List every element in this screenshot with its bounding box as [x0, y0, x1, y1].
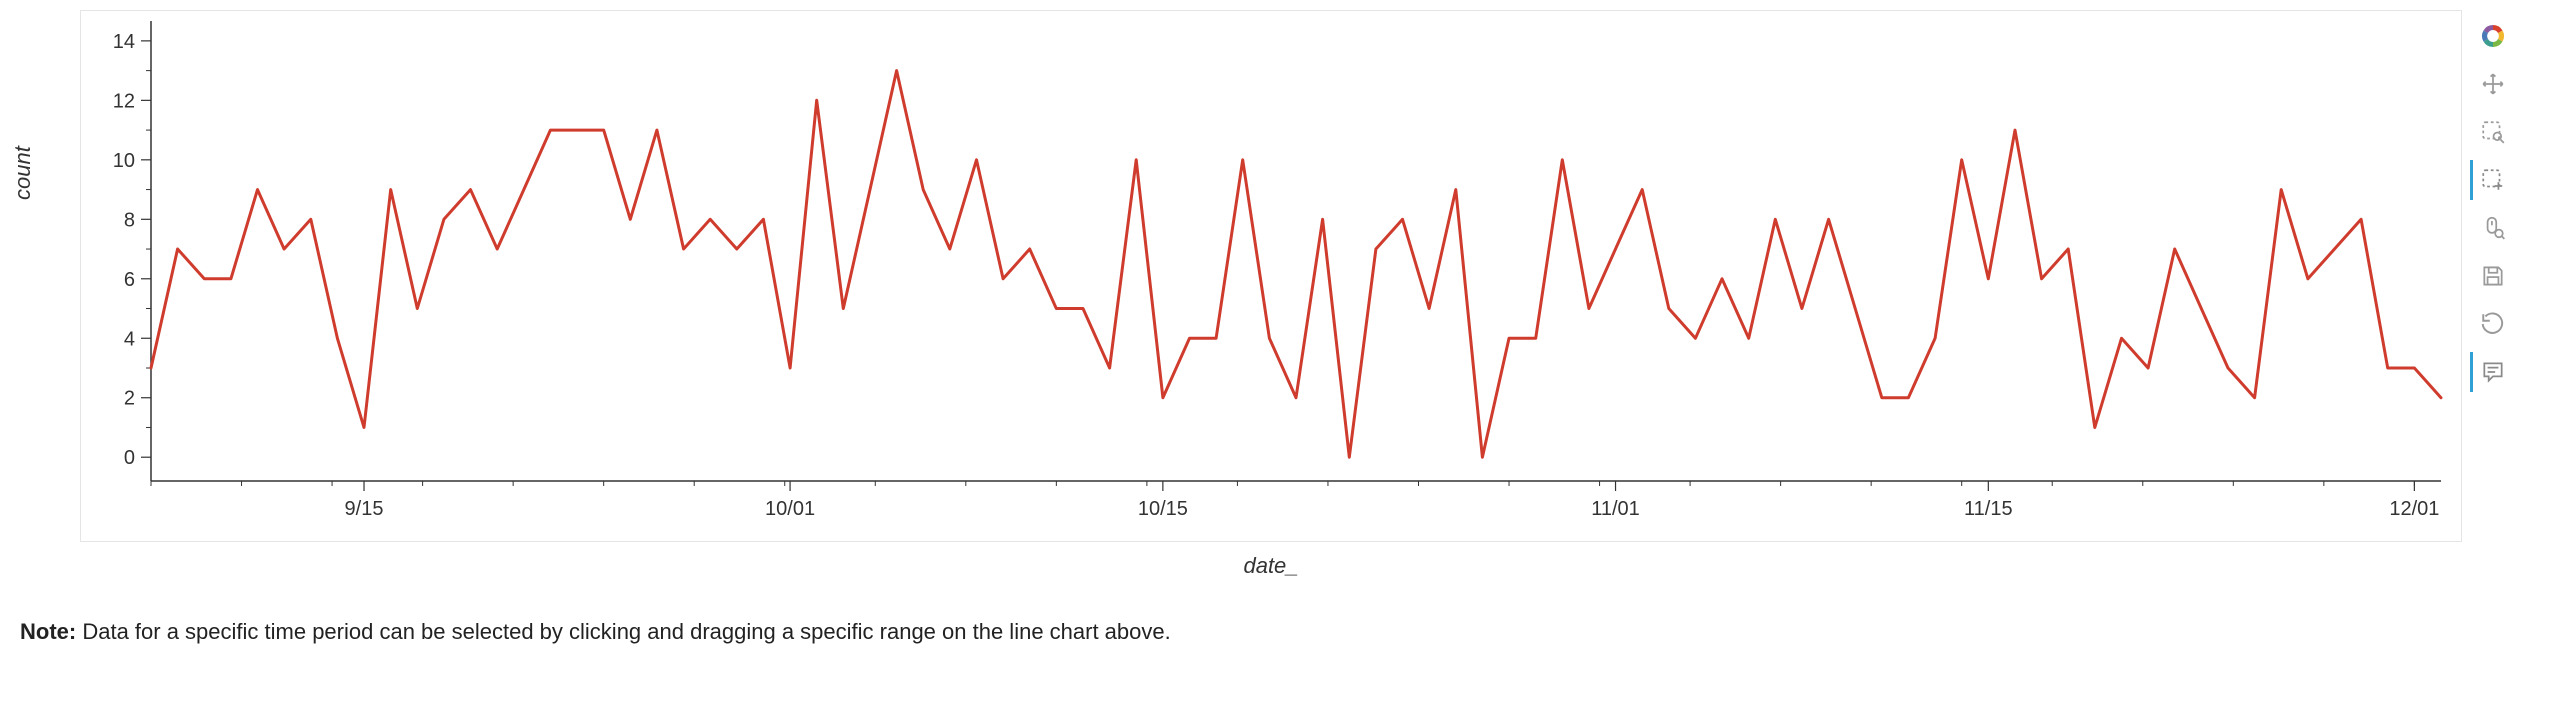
- y-tick-label: 8: [124, 209, 135, 231]
- reset-icon[interactable]: [2470, 304, 2513, 344]
- note-text: Note: Data for a specific time period ca…: [0, 619, 2550, 645]
- x-tick-label: 10/15: [1138, 498, 1188, 520]
- chart-toolbar: [2470, 10, 2513, 392]
- box-zoom-icon[interactable]: [2470, 112, 2513, 152]
- x-tick-label: 11/15: [1964, 498, 2013, 520]
- y-tick-label: 12: [113, 90, 135, 112]
- wheel-zoom-icon[interactable]: [2470, 208, 2513, 248]
- y-tick-label: 0: [124, 447, 135, 469]
- x-axis-label: date_: [80, 553, 2462, 579]
- y-tick-label: 4: [124, 328, 135, 350]
- box-select-icon[interactable]: [2470, 160, 2513, 200]
- bokeh-logo-icon[interactable]: [2470, 16, 2513, 56]
- y-tick-label: 14: [113, 31, 135, 53]
- pan-icon[interactable]: [2470, 64, 2513, 104]
- y-tick-label: 10: [113, 150, 135, 172]
- x-tick-label: 11/01: [1591, 498, 1640, 520]
- y-axis-label: count: [10, 146, 36, 200]
- y-tick-label: 6: [124, 269, 135, 291]
- save-icon[interactable]: [2470, 256, 2513, 296]
- x-tick-label: 9/15: [345, 498, 384, 520]
- x-tick-label: 12/01: [2389, 498, 2439, 520]
- line-chart[interactable]: 0 2 4 6 8 10 12 14 9/15 10/01 10/15 11/01 11/15 12/01: [80, 10, 2462, 542]
- series-line: [151, 71, 2441, 458]
- hover-icon[interactable]: [2470, 352, 2513, 392]
- x-tick-label: 10/01: [765, 498, 815, 520]
- y-tick-label: 2: [124, 388, 135, 410]
